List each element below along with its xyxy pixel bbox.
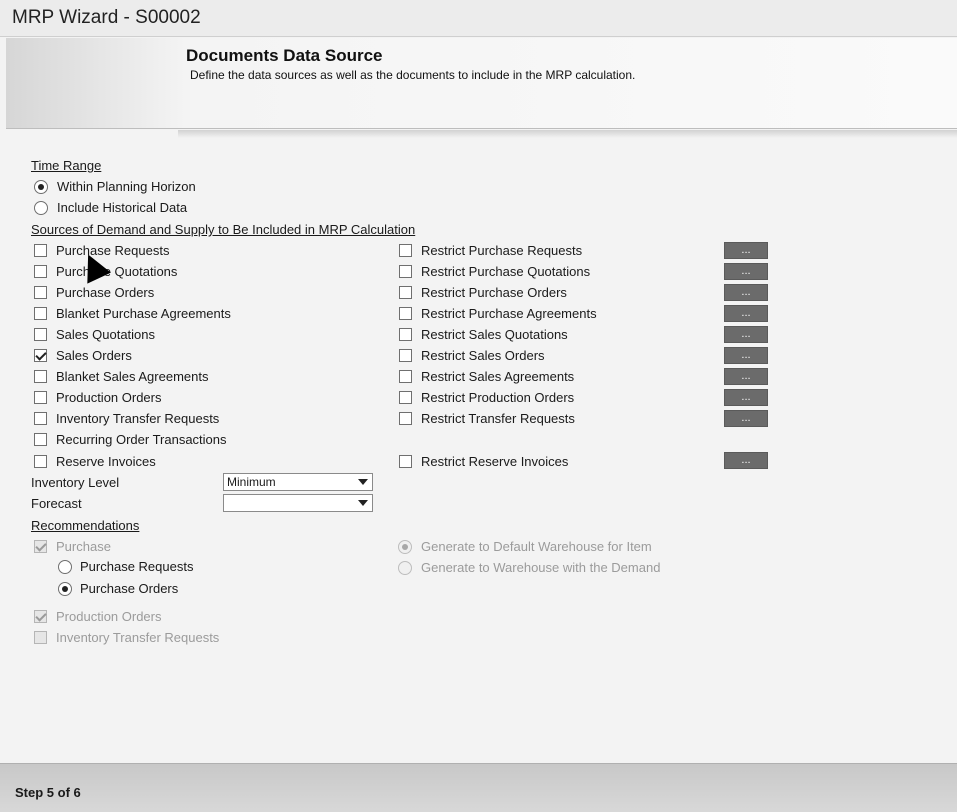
label-restrict-production-orders: Restrict Production Orders [421,390,575,405]
step-indicator: Step 5 of 6 [15,785,81,800]
checkbox-sales-quotations[interactable] [34,328,47,341]
checkbox-purchase-requests[interactable] [34,244,47,257]
page-title: Documents Data Source [186,46,383,65]
label-inventory-transfer-requests: Inventory Transfer Requests [56,411,220,426]
label-recommend-purchase-orders: Purchase Orders [80,581,179,596]
window-title: MRP Wizard - S00002 [12,7,201,28]
radio-generate-default-warehouse[interactable] [398,540,412,554]
checkbox-restrict-purchase-agreements[interactable] [399,307,412,320]
checkbox-restrict-purchase-orders[interactable] [399,286,412,299]
checkbox-purchase-quotations[interactable] [34,265,47,278]
ellipsis-button-transfer-requests[interactable]: ... [724,410,768,427]
page-subtitle: Define the data sources as well as the d… [190,68,636,82]
label-production-orders: Production Orders [56,390,162,405]
ellipsis-button-purchase-requests[interactable]: ... [724,242,768,259]
checkbox-sales-orders[interactable] [34,349,47,362]
label-restrict-purchase-quotations: Restrict Purchase Quotations [421,264,591,279]
label-restrict-purchase-orders: Restrict Purchase Orders [421,285,567,300]
checkbox-recommend-production-orders[interactable] [34,610,47,623]
chevron-down-icon [358,500,368,506]
radio-include-historical-data[interactable] [34,201,48,215]
checkbox-recommend-purchase[interactable] [34,540,47,553]
label-recommend-production-orders: Production Orders [56,609,162,624]
ellipsis-button-purchase-orders[interactable]: ... [724,284,768,301]
ellipsis-button-sales-quotations[interactable]: ... [724,326,768,343]
label-restrict-reserve-invoices: Restrict Reserve Invoices [421,454,569,469]
forecast-label: Forecast [31,496,82,511]
label-recommend-purchase: Purchase [56,539,111,554]
wizard-footer: Step 5 of 6 [0,763,957,812]
wizard-header: Documents Data Source Define the data so… [6,38,957,129]
radio-recommend-purchase-requests[interactable] [58,560,72,574]
forecast-select[interactable] [223,494,373,512]
inventory-level-value: Minimum [227,475,276,489]
ellipsis-button-purchase-agreements[interactable]: ... [724,305,768,322]
label-recommend-inventory-transfer-requests: Inventory Transfer Requests [56,630,220,645]
label-restrict-sales-orders: Restrict Sales Orders [421,348,545,363]
checkbox-restrict-purchase-quotations[interactable] [399,265,412,278]
ellipsis-button-purchase-quotations[interactable]: ... [724,263,768,280]
checkbox-blanket-purchase-agreements[interactable] [34,307,47,320]
label-restrict-transfer-requests: Restrict Transfer Requests [421,411,575,426]
sources-heading: Sources of Demand and Supply to Be Inclu… [31,222,416,237]
inventory-level-label: Inventory Level [31,475,120,490]
checkbox-restrict-sales-agreements[interactable] [399,370,412,383]
label-purchase-requests: Purchase Requests [56,243,170,258]
checkbox-restrict-production-orders[interactable] [399,391,412,404]
checkbox-restrict-purchase-requests[interactable] [399,244,412,257]
label-reserve-invoices: Reserve Invoices [56,454,156,469]
label-sales-quotations: Sales Quotations [56,327,156,342]
radio-label-within-planning-horizon: Within Planning Horizon [57,179,196,194]
inventory-level-select[interactable]: Minimum [223,473,373,491]
label-restrict-sales-agreements: Restrict Sales Agreements [421,369,575,384]
ellipsis-button-sales-agreements[interactable]: ... [724,368,768,385]
label-restrict-purchase-requests: Restrict Purchase Requests [421,243,583,258]
window-titlebar: MRP Wizard - S00002 [0,0,957,37]
checkbox-recommend-inventory-transfer-requests[interactable] [34,631,47,644]
header-divider [178,130,957,138]
chevron-down-icon [358,479,368,485]
checkbox-restrict-transfer-requests[interactable] [399,412,412,425]
label-recommend-purchase-requests: Purchase Requests [80,559,194,574]
ellipsis-button-sales-orders[interactable]: ... [724,347,768,364]
ellipsis-button-reserve-invoices[interactable]: ... [724,452,768,469]
label-sales-orders: Sales Orders [56,348,132,363]
radio-label-include-historical-data: Include Historical Data [57,200,188,215]
checkbox-blanket-sales-agreements[interactable] [34,370,47,383]
label-generate-default-warehouse: Generate to Default Warehouse for Item [421,539,652,554]
checkbox-restrict-sales-orders[interactable] [399,349,412,362]
label-restrict-purchase-agreements: Restrict Purchase Agreements [421,306,597,321]
ellipsis-button-production-orders[interactable]: ... [724,389,768,406]
label-blanket-sales-agreements: Blanket Sales Agreements [56,369,209,384]
label-blanket-purchase-agreements: Blanket Purchase Agreements [56,306,231,321]
recommendations-heading: Recommendations [31,518,140,533]
checkbox-restrict-reserve-invoices[interactable] [399,455,412,468]
radio-within-planning-horizon[interactable] [34,180,48,194]
checkbox-reserve-invoices[interactable] [34,455,47,468]
time-range-heading: Time Range [31,158,102,173]
radio-generate-demand-warehouse[interactable] [398,561,412,575]
checkbox-production-orders[interactable] [34,391,47,404]
radio-recommend-purchase-orders[interactable] [58,582,72,596]
label-recurring-order-transactions: Recurring Order Transactions [56,432,227,447]
label-purchase-orders: Purchase Orders [56,285,155,300]
checkbox-purchase-orders[interactable] [34,286,47,299]
label-purchase-quotations: Purchase Quotations [56,264,178,279]
checkbox-restrict-sales-quotations[interactable] [399,328,412,341]
checkbox-recurring-order-transactions[interactable] [34,433,47,446]
checkbox-inventory-transfer-requests[interactable] [34,412,47,425]
label-generate-demand-warehouse: Generate to Warehouse with the Demand [421,560,661,575]
label-restrict-sales-quotations: Restrict Sales Quotations [421,327,568,342]
